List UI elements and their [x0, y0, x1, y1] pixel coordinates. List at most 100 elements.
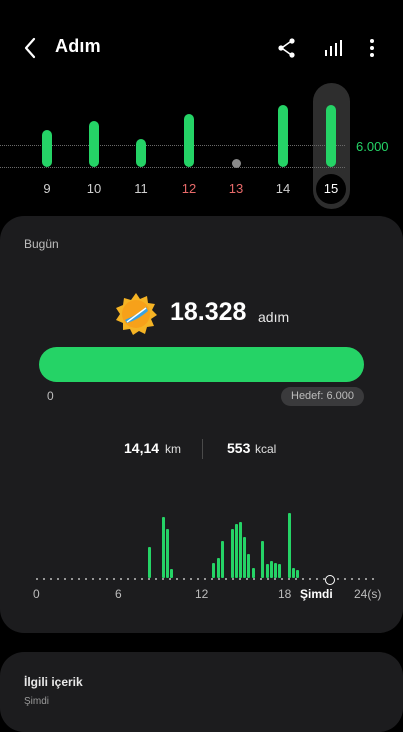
hour-axis-dot [36, 578, 38, 580]
hour-axis-dot [295, 578, 297, 580]
hour-bar [170, 569, 174, 578]
hour-axis-dot [267, 578, 269, 580]
hour-bar [239, 522, 242, 578]
hour-label-24: 24(s) [354, 587, 382, 601]
now-label: Şimdi [300, 587, 333, 601]
now-marker [325, 575, 335, 585]
hour-axis-dot [155, 578, 157, 580]
hour-axis-dot [183, 578, 185, 580]
medal-icon [116, 293, 157, 335]
day-label[interactable]: 8 [0, 181, 1, 196]
hour-axis-dot [246, 578, 248, 580]
hour-axis-dot [225, 578, 227, 580]
hour-axis-dot [71, 578, 73, 580]
share-icon[interactable] [275, 36, 299, 60]
hour-axis-dot [232, 578, 234, 580]
steps-unit: adım [258, 309, 290, 325]
hour-axis-dot [113, 578, 115, 580]
day-label[interactable]: 10 [79, 181, 109, 196]
hour-bar [243, 537, 247, 578]
hour-axis-dot [302, 578, 304, 580]
hour-bar [292, 567, 296, 578]
hour-bar [296, 569, 300, 578]
day-bar[interactable] [184, 114, 194, 167]
hour-axis-dot [358, 578, 360, 580]
hour-axis-dot [239, 578, 241, 580]
hour-axis-dot [197, 578, 199, 580]
hour-axis-dot [274, 578, 276, 580]
hour-axis-dot [43, 578, 45, 580]
hour-axis-dot [218, 578, 220, 580]
hour-axis-dot [260, 578, 262, 580]
hour-bar [212, 563, 216, 578]
hour-axis-dot [127, 578, 129, 580]
day-label[interactable]: 11 [126, 181, 156, 196]
bar-chart-icon[interactable] [321, 36, 345, 60]
hour-axis-dot [99, 578, 101, 580]
hour-bar [234, 523, 238, 578]
day-bar[interactable] [136, 139, 146, 167]
hour-axis-dot [64, 578, 66, 580]
day-label[interactable]: 15 [316, 181, 346, 196]
day-label[interactable]: 12 [174, 181, 204, 196]
hour-bar [269, 561, 273, 578]
hour-label-6: 6 [115, 587, 122, 601]
calories-unit: kcal [255, 442, 277, 456]
card-title: Bugün [24, 237, 59, 251]
more-icon[interactable] [360, 36, 384, 60]
hour-axis-dot [176, 578, 178, 580]
hour-axis-dot [351, 578, 353, 580]
hour-axis-dot [253, 578, 255, 580]
progress-min-label: 0 [47, 389, 54, 403]
steps-value: 18.328 [170, 298, 247, 326]
hour-axis-dot [281, 578, 283, 580]
distance-unit: km [165, 442, 181, 456]
weekly-chart[interactable]: 8 9 10 11 12 13 14 15 [0, 80, 403, 210]
hour-bar [261, 540, 265, 578]
day-no-data-dot [232, 159, 241, 168]
day-label[interactable]: 14 [268, 181, 298, 196]
hour-bar [278, 564, 282, 578]
distance-value: 14,14 [124, 440, 160, 456]
goal-badge: Hedef: 6.000 [281, 387, 364, 406]
hour-axis-dot [106, 578, 108, 580]
hour-axis-dot [50, 578, 52, 580]
hour-bar [216, 557, 220, 578]
hour-label-18: 18 [278, 587, 292, 601]
stats-divider [202, 439, 203, 459]
baseline-line [0, 167, 345, 168]
hour-axis-dot [288, 578, 290, 580]
hour-bar [230, 529, 234, 578]
hour-axis-dot [169, 578, 171, 580]
page-title: Adım [55, 36, 101, 56]
hour-axis-dot [141, 578, 143, 580]
hour-axis-dot [92, 578, 94, 580]
hour-bar [265, 564, 269, 578]
hour-bar [220, 540, 224, 578]
hour-axis-dot [204, 578, 206, 580]
hour-axis-dot [162, 578, 164, 580]
day-bar[interactable] [89, 120, 99, 167]
related-subtitle: Şimdi [24, 696, 50, 707]
hour-bar [162, 516, 165, 578]
hour-axis-dot [190, 578, 192, 580]
hour-axis-dot [148, 578, 150, 580]
back-icon[interactable] [18, 34, 44, 62]
day-bar[interactable] [42, 129, 52, 167]
day-bar[interactable] [326, 105, 336, 167]
day-label[interactable]: 9 [32, 181, 62, 196]
hour-bar [274, 563, 277, 578]
day-bar[interactable] [278, 105, 288, 167]
day-label[interactable]: 13 [221, 181, 251, 196]
hour-axis-dot [372, 578, 374, 580]
hour-bar [247, 554, 251, 578]
hour-axis-dot [309, 578, 311, 580]
hour-axis-dot [78, 578, 80, 580]
hour-axis-dot [211, 578, 213, 580]
steps-progress-bar [39, 347, 364, 382]
hour-bar [166, 529, 170, 578]
hour-label-0: 0 [33, 587, 40, 601]
hour-axis-dot [85, 578, 87, 580]
related-card[interactable] [0, 652, 403, 732]
hour-axis-dot [337, 578, 339, 580]
